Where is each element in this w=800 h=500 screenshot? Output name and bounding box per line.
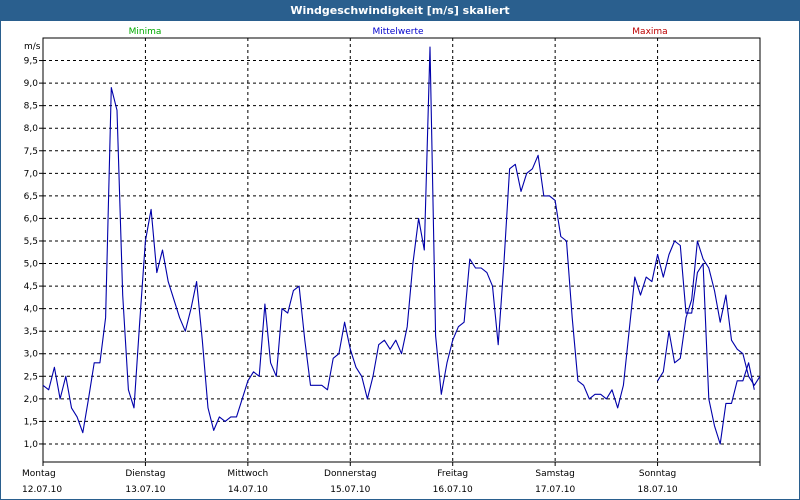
- y-tick-label: 3,0: [24, 350, 39, 360]
- x-tick-date-label: 12.07.10: [22, 485, 62, 495]
- x-tick-day-label: Montag: [22, 469, 56, 479]
- series-line-mittelwerte-2: [657, 240, 761, 386]
- y-tick-label: 2,5: [24, 372, 38, 382]
- x-tick-day-label: Samstag: [535, 469, 574, 479]
- legend-item-minima: Minima: [129, 27, 162, 37]
- grid: [43, 38, 760, 462]
- wind-speed-chart: Minima Mittelwerte Maxima 1,0 1,5 2,0 2,5 3,0 3…: [22, 27, 761, 495]
- x-tick-day-label: Sonntag: [639, 469, 676, 479]
- x-tick-day-label: Donnerstag: [324, 469, 377, 479]
- plot-frame: [42, 37, 761, 463]
- y-tick-label: 8,5: [24, 102, 38, 112]
- y-axis-label: m/s: [24, 42, 41, 52]
- x-tick-date-label: 14.07.10: [228, 485, 268, 495]
- y-tick-label: 4,0: [24, 305, 39, 315]
- legend-item-mittelwerte: Mittelwerte: [372, 27, 423, 37]
- x-tick-date-label: 16.07.10: [433, 485, 473, 495]
- x-tick-date-label: 17.07.10: [535, 485, 575, 495]
- x-tick-day-label: Freitag: [437, 469, 468, 479]
- y-tick-label: 5,0: [24, 260, 39, 270]
- y-tick-label: 5,5: [24, 237, 38, 247]
- y-tick-label: 7,5: [24, 147, 38, 157]
- y-tick-label: 9,0: [24, 79, 39, 89]
- series-line-mittelwerte-1: [42, 46, 755, 445]
- y-tick-label: 9,5: [24, 57, 38, 67]
- y-tick-label: 8,0: [24, 124, 39, 134]
- y-tick-label: 6,0: [24, 214, 39, 224]
- y-tick-label: 4,5: [24, 282, 38, 292]
- y-tick-label: 6,5: [24, 192, 38, 202]
- x-tick-date-label: 13.07.10: [125, 485, 165, 495]
- y-tick-label: 1,0: [24, 440, 39, 450]
- y-tick-label: 7,0: [24, 169, 39, 179]
- legend-item-maxima: Maxima: [632, 27, 667, 37]
- x-tick-day-label: Dienstag: [125, 469, 165, 479]
- y-axis: 1,0 1,5 2,0 2,5 3,0 3,5 4,0 4,5 5,0 5,5 6,0 6,5 7,0 7…: [24, 57, 43, 450]
- series-group: [42, 46, 761, 445]
- legend: Minima Mittelwerte Maxima: [129, 27, 668, 37]
- x-axis: Montag 12.07.10 Dienstag 13.07.10 Mittwoch 14…: [22, 462, 761, 495]
- y-tick-label: 1,5: [24, 417, 38, 427]
- x-tick-date-label: 18.07.10: [638, 485, 678, 495]
- y-tick-label: 3,5: [24, 327, 38, 337]
- x-tick-date-label: 15.07.10: [330, 485, 370, 495]
- x-tick-day-label: Mittwoch: [227, 469, 268, 479]
- y-tick-label: 2,0: [24, 395, 39, 405]
